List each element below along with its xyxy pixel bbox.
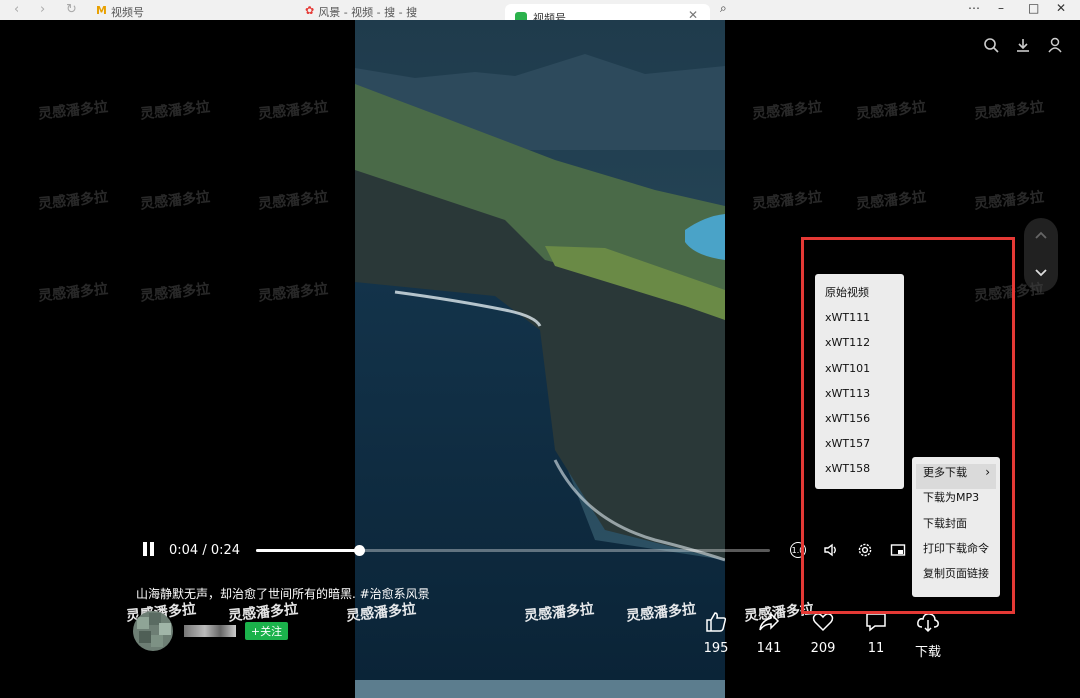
next-video-icon[interactable] [1033,264,1049,280]
heart-icon [812,613,834,632]
watermark: 灵感潘多拉 [973,99,1045,123]
comment-count: 11 [867,641,885,656]
download-context-menu: 更多下载 › 下载为MP3 下载封面 打印下载命令 复制页面链接 [912,457,1000,597]
download-mp3-item[interactable]: 下载为MP3 [912,489,1000,514]
watermark: 灵感潘多拉 [855,189,927,213]
print-download-command-item[interactable]: 打印下载命令 [912,540,1000,565]
comment-icon [866,613,886,632]
browser-tab-label: 视频号 [110,6,144,19]
minimize-icon[interactable]: – [998,1,1004,15]
favorite-button[interactable]: 209 [803,610,843,656]
chevron-right-icon: › [985,465,990,479]
search-tab-icon[interactable]: ⌕ [720,1,727,16]
follow-button[interactable]: +关注 [245,622,288,640]
quality-option[interactable]: xWT113 [815,385,904,410]
video-nav-pill [1024,218,1058,292]
quality-option[interactable]: xWT157 [815,435,904,460]
browser-tab-strip: ‹ › ↻ M 视频号 ✿ 风景 - 视频 - 搜 - 搜 视频号 ✕ ⌕ ⋯ … [0,0,1080,20]
download-button[interactable]: 下载 [908,610,948,660]
refresh-icon[interactable]: ↻ [66,2,77,17]
like-button[interactable]: 195 [696,610,736,656]
video-player: 灵感潘多拉 灵感潘多拉 灵感潘多拉 灵感潘多拉 灵感潘多拉 灵感潘多拉 灵感潘多… [0,20,1080,698]
watermark: 灵感潘多拉 [257,189,329,213]
tab-favicon-icon [515,12,527,20]
tab-favicon-icon: ✿ [305,4,315,17]
watermark: 灵感潘多拉 [139,99,211,123]
maximize-icon[interactable]: □ [1028,1,1039,15]
watermark: 灵感潘多拉 [37,281,109,305]
progress-bar[interactable] [256,545,770,556]
thumbs-up-icon [706,612,727,632]
download-label: 下载 [914,645,941,660]
video-caption: 山海静默无声，却治愈了世间所有的暗黑. #治愈系风景 [136,587,430,601]
back-icon[interactable]: ‹ [14,2,19,17]
overflow-menu-icon[interactable]: ⋯ [968,1,980,15]
share-icon [759,612,780,631]
download-icon[interactable] [1014,36,1032,54]
watermark: 灵感潘多拉 [751,99,823,123]
browser-tab-label: 风景 - 视频 - 搜 - 搜 [318,6,418,19]
like-count: 195 [703,641,729,656]
time-display: 0:04 / 0:24 [169,543,241,558]
user-icon[interactable] [1046,36,1064,54]
watermark: 灵感潘多拉 [257,99,329,123]
top-toolbar [982,36,1064,54]
progress-knob[interactable] [353,545,365,556]
browser-tab[interactable]: M 视频号 [96,4,144,20]
comment-button[interactable]: 11 [856,610,896,656]
browser-tab-active[interactable]: 视频号 ✕ [505,4,710,20]
forward-icon[interactable]: › [40,2,45,17]
previous-video-icon[interactable] [1033,228,1049,244]
menu-item-label: 更多下载 [923,466,967,479]
quality-option[interactable]: xWT158 [815,460,904,485]
favorite-count: 209 [810,641,836,656]
cloud-download-icon [917,613,939,633]
picture-in-picture-icon[interactable] [889,541,907,559]
quality-option[interactable]: xWT111 [815,309,904,334]
search-icon[interactable] [982,36,1000,54]
watermark: 灵感潘多拉 [139,281,211,305]
download-cover-item[interactable]: 下载封面 [912,515,1000,540]
more-downloads-item[interactable]: 更多下载 › [916,464,996,490]
close-tab-icon[interactable]: ✕ [688,8,698,20]
watermark: 灵感潘多拉 [751,189,823,213]
watermark: 灵感潘多拉 [139,189,211,213]
avatar[interactable] [133,611,173,651]
watermark: 灵感潘多拉 [855,99,927,123]
quality-option[interactable]: xWT156 [815,410,904,435]
quality-option[interactable]: xWT112 [815,334,904,359]
progress-fill [256,549,359,552]
quality-option[interactable]: xWT101 [815,360,904,385]
speed-label: 1.0 [790,542,806,558]
close-window-icon[interactable]: ✕ [1056,1,1066,15]
copy-page-link-item[interactable]: 复制页面链接 [912,565,1000,590]
volume-icon[interactable] [822,541,840,559]
settings-gear-icon[interactable] [856,541,874,559]
watermark: 灵感潘多拉 [257,281,329,305]
quality-menu: 原始视频 xWT111 xWT112 xWT101 xWT113 xWT156 … [815,274,904,489]
playback-speed-button[interactable]: 1.0 [789,541,807,559]
quality-option[interactable]: 原始视频 [815,284,904,309]
share-count: 141 [756,641,782,656]
author-name-blurred[interactable] [184,625,236,637]
pause-button[interactable] [141,542,155,558]
watermark: 灵感潘多拉 [973,189,1045,213]
tab-favicon-icon: M [96,4,107,17]
share-button[interactable]: 141 [749,610,789,656]
browser-tab[interactable]: ✿ 风景 - 视频 - 搜 - 搜 [305,4,417,20]
browser-tab-label: 视频号 [533,12,566,20]
watermark: 灵感潘多拉 [37,189,109,213]
watermark: 灵感潘多拉 [37,99,109,123]
